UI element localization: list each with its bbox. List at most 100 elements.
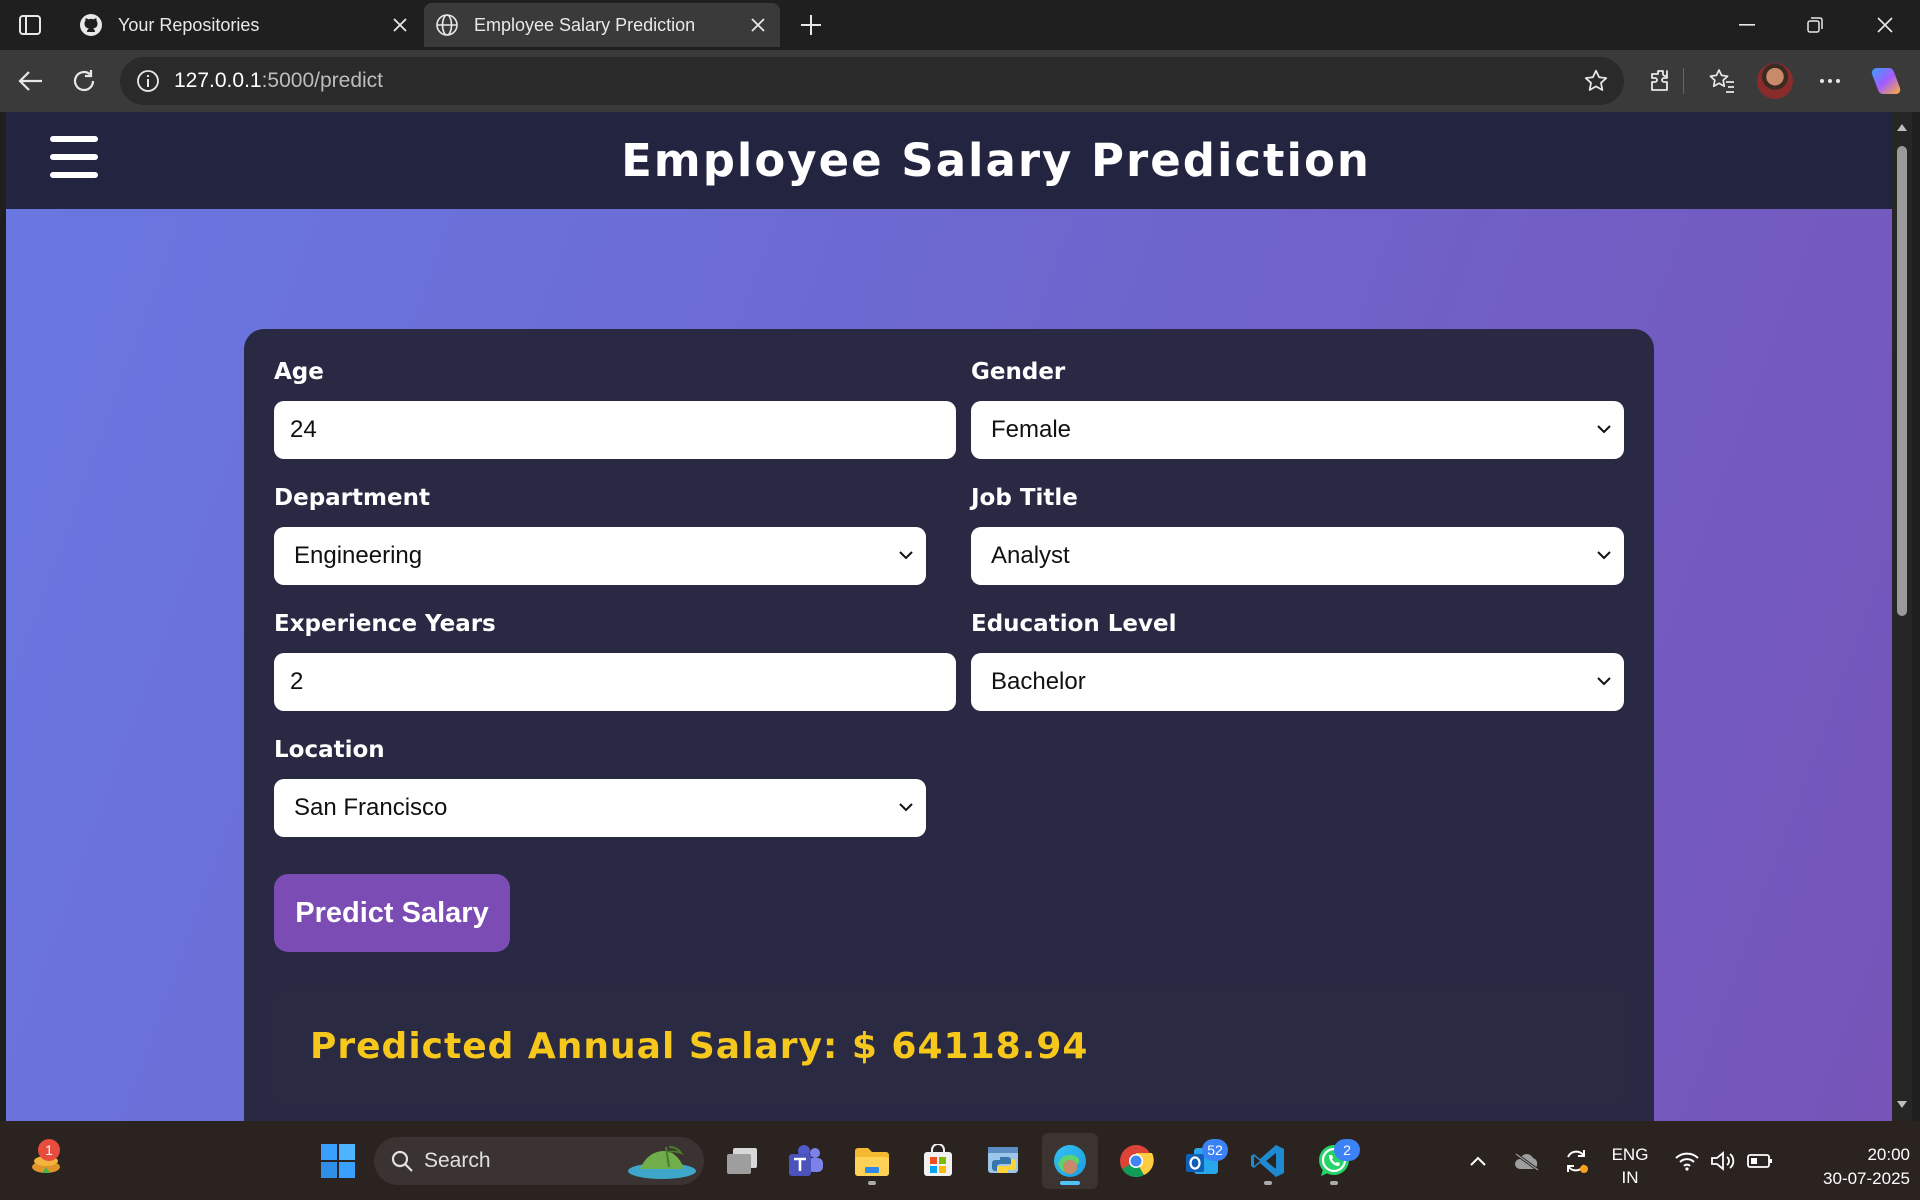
scroll-thumb[interactable] bbox=[1897, 146, 1907, 616]
github-icon bbox=[78, 12, 104, 38]
chevron-down-icon bbox=[896, 797, 916, 817]
copilot-icon[interactable] bbox=[1864, 60, 1908, 102]
file-explorer-icon[interactable] bbox=[844, 1133, 900, 1189]
favorites-icon[interactable] bbox=[1700, 60, 1744, 102]
toolbar-divider bbox=[1683, 68, 1684, 94]
outlook-icon[interactable]: 52 bbox=[1174, 1133, 1230, 1189]
location-field: Location San Francisco bbox=[274, 737, 926, 837]
taskbar-search[interactable]: Search bbox=[374, 1137, 704, 1185]
windows-start-icon[interactable] bbox=[310, 1133, 366, 1189]
sync-update-icon[interactable] bbox=[1558, 1121, 1594, 1200]
age-input[interactable]: 24 bbox=[274, 401, 956, 459]
page-title: Employee Salary Prediction bbox=[621, 134, 1371, 187]
edge-browser-icon[interactable] bbox=[1042, 1133, 1098, 1189]
tab-title: Your Repositories bbox=[118, 14, 260, 35]
reload-icon[interactable] bbox=[64, 62, 104, 100]
clock-time: 20:00 bbox=[1867, 1145, 1910, 1164]
globe-icon bbox=[434, 12, 460, 38]
search-highlight-icon bbox=[626, 1141, 698, 1181]
age-label: Age bbox=[274, 359, 324, 385]
gender-field: Gender Female bbox=[971, 359, 1624, 459]
system-clock[interactable]: 20:00 30-07-2025 bbox=[1790, 1143, 1910, 1191]
whatsapp-badge: 2 bbox=[1334, 1139, 1360, 1161]
active-indicator bbox=[1060, 1181, 1080, 1185]
new-tab-icon[interactable] bbox=[794, 8, 828, 42]
job-title-select[interactable]: Analyst bbox=[971, 527, 1624, 585]
app-header: Employee Salary Prediction bbox=[6, 112, 1892, 209]
chevron-down-icon bbox=[1594, 545, 1614, 565]
address-bar[interactable]: 127.0.0.1:5000/predict bbox=[120, 57, 1624, 105]
volume-icon[interactable] bbox=[1708, 1121, 1738, 1200]
microsoft-store-icon[interactable] bbox=[910, 1133, 966, 1189]
chrome-icon[interactable] bbox=[1108, 1133, 1164, 1189]
education-value: Bachelor bbox=[991, 668, 1086, 695]
scroll-up-icon[interactable] bbox=[1895, 120, 1909, 134]
show-hidden-icons-chevron-icon[interactable] bbox=[1462, 1121, 1494, 1200]
widgets-icon[interactable]: 1 bbox=[18, 1133, 74, 1189]
prediction-form-card: Age 24 Gender Female Department Engineer… bbox=[244, 329, 1654, 1121]
chevron-down-icon bbox=[1594, 419, 1614, 439]
tab-actions-icon[interactable] bbox=[14, 10, 46, 40]
scroll-down-icon[interactable] bbox=[1895, 1098, 1909, 1112]
minimize-icon[interactable] bbox=[1724, 6, 1770, 44]
window-edge bbox=[1912, 112, 1920, 1121]
teams-icon[interactable] bbox=[778, 1133, 834, 1189]
tab-your-repositories[interactable]: Your Repositories bbox=[68, 3, 422, 47]
running-indicator bbox=[1330, 1181, 1338, 1185]
location-select[interactable]: San Francisco bbox=[274, 779, 926, 837]
site-info-icon[interactable] bbox=[126, 59, 170, 103]
onedrive-cloud-icon[interactable] bbox=[1510, 1121, 1544, 1200]
job-title-value: Analyst bbox=[991, 542, 1070, 569]
department-select[interactable]: Engineering bbox=[274, 527, 926, 585]
search-label: Search bbox=[424, 1149, 491, 1172]
windows-taskbar: 1 Search 52 2 ENG IN 20:00 30-07-2025 bbox=[0, 1121, 1920, 1200]
close-tab-icon[interactable] bbox=[388, 13, 412, 37]
whatsapp-icon[interactable]: 2 bbox=[1306, 1133, 1362, 1189]
education-label: Education Level bbox=[971, 611, 1177, 637]
department-field: Department Engineering bbox=[274, 485, 926, 585]
browser-tab-bar: Your Repositories Employee Salary Predic… bbox=[0, 0, 1920, 50]
education-field: Education Level Bachelor bbox=[971, 611, 1624, 711]
predict-salary-button[interactable]: Predict Salary bbox=[274, 874, 510, 952]
wifi-icon[interactable] bbox=[1672, 1121, 1702, 1200]
search-icon bbox=[390, 1149, 414, 1173]
outlook-badge: 52 bbox=[1202, 1139, 1228, 1161]
page-scrollbar[interactable] bbox=[1892, 112, 1912, 1121]
gender-value: Female bbox=[991, 416, 1072, 443]
extensions-icon[interactable] bbox=[1639, 60, 1683, 102]
clock-date: 30-07-2025 bbox=[1823, 1169, 1910, 1188]
region-code: IN bbox=[1621, 1168, 1639, 1187]
close-window-icon[interactable] bbox=[1862, 6, 1908, 44]
battery-icon[interactable] bbox=[1744, 1121, 1776, 1200]
back-arrow-icon[interactable] bbox=[10, 62, 50, 100]
restore-icon[interactable] bbox=[1792, 6, 1838, 44]
more-options-icon[interactable] bbox=[1808, 60, 1852, 102]
department-value: Engineering bbox=[294, 542, 423, 569]
department-label: Department bbox=[274, 485, 430, 511]
python-idle-icon[interactable] bbox=[976, 1133, 1032, 1189]
browser-toolbar: 127.0.0.1:5000/predict bbox=[0, 50, 1920, 112]
chevron-down-icon bbox=[1594, 671, 1614, 691]
widgets-badge: 1 bbox=[38, 1139, 60, 1161]
vscode-icon[interactable] bbox=[1240, 1133, 1296, 1189]
close-tab-icon[interactable] bbox=[746, 13, 770, 37]
url-text: 127.0.0.1:5000/predict bbox=[174, 69, 384, 92]
prediction-result: Predicted Annual Salary: $ 64118.94 bbox=[274, 989, 1624, 1104]
gender-select[interactable]: Female bbox=[971, 401, 1624, 459]
gender-label: Gender bbox=[971, 359, 1066, 385]
age-field: Age 24 bbox=[274, 359, 956, 459]
education-select[interactable]: Bachelor bbox=[971, 653, 1624, 711]
language-code: ENG bbox=[1611, 1145, 1649, 1164]
task-view-icon[interactable] bbox=[714, 1133, 770, 1189]
experience-input[interactable]: 2 bbox=[274, 653, 956, 711]
predicted-salary-text: Predicted Annual Salary: $ 64118.94 bbox=[310, 1026, 1089, 1067]
favorite-star-icon[interactable] bbox=[1582, 67, 1610, 95]
running-indicator bbox=[1264, 1181, 1272, 1185]
tab-title: Employee Salary Prediction bbox=[474, 14, 696, 35]
tab-employee-salary-prediction[interactable]: Employee Salary Prediction bbox=[424, 3, 780, 47]
chevron-down-icon bbox=[896, 545, 916, 565]
profile-avatar[interactable] bbox=[1753, 60, 1797, 102]
language-indicator[interactable]: ENG IN bbox=[1600, 1143, 1660, 1189]
running-indicator bbox=[868, 1181, 876, 1185]
location-label: Location bbox=[274, 737, 385, 763]
